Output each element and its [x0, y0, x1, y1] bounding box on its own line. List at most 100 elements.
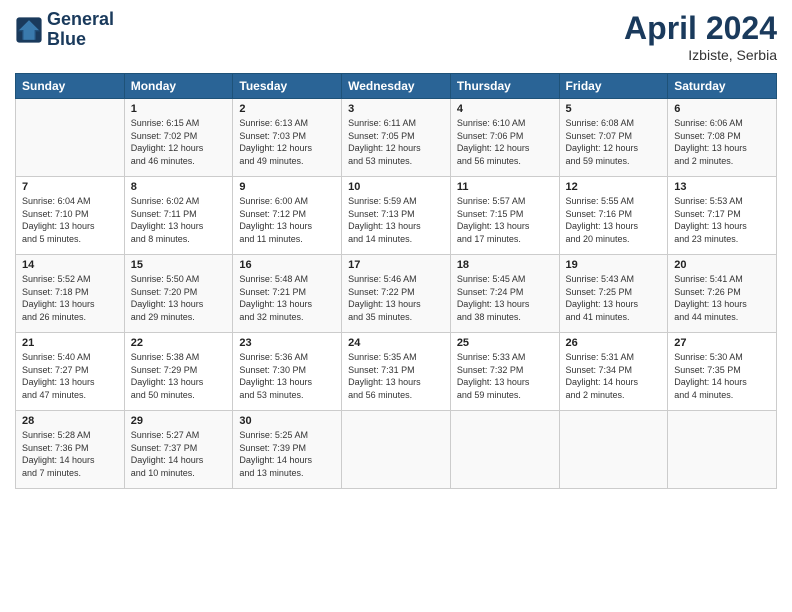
cell-info: Sunrise: 6:13 AM Sunset: 7:03 PM Dayligh… [239, 117, 335, 167]
calendar-cell [16, 99, 125, 177]
calendar-cell: 1 Sunrise: 6:15 AM Sunset: 7:02 PM Daylig… [124, 99, 233, 177]
calendar-cell: 5 Sunrise: 6:08 AM Sunset: 7:07 PM Daylig… [559, 99, 668, 177]
cell-info: Sunrise: 5:41 AM Sunset: 7:26 PM Dayligh… [674, 273, 770, 323]
day-number: 14 [22, 259, 118, 271]
col-tuesday: Tuesday [233, 74, 342, 99]
calendar-cell [450, 411, 559, 489]
cell-info: Sunrise: 6:00 AM Sunset: 7:12 PM Dayligh… [239, 195, 335, 245]
calendar-cell: 30 Sunrise: 5:25 AM Sunset: 7:39 PM Dayli… [233, 411, 342, 489]
day-number: 26 [566, 337, 662, 349]
calendar-cell: 25 Sunrise: 5:33 AM Sunset: 7:32 PM Dayli… [450, 333, 559, 411]
header-row: Sunday Monday Tuesday Wednesday Thursday… [16, 74, 777, 99]
week-row-1: 1 Sunrise: 6:15 AM Sunset: 7:02 PM Daylig… [16, 99, 777, 177]
day-number: 17 [348, 259, 444, 271]
calendar-cell: 20 Sunrise: 5:41 AM Sunset: 7:26 PM Dayli… [668, 255, 777, 333]
calendar-cell: 4 Sunrise: 6:10 AM Sunset: 7:06 PM Daylig… [450, 99, 559, 177]
day-number: 22 [131, 337, 227, 349]
day-number: 30 [239, 415, 335, 427]
cell-info: Sunrise: 6:02 AM Sunset: 7:11 PM Dayligh… [131, 195, 227, 245]
day-number: 29 [131, 415, 227, 427]
calendar-cell: 8 Sunrise: 6:02 AM Sunset: 7:11 PM Daylig… [124, 177, 233, 255]
day-number: 13 [674, 181, 770, 193]
calendar-cell: 12 Sunrise: 5:55 AM Sunset: 7:16 PM Dayli… [559, 177, 668, 255]
day-number: 3 [348, 103, 444, 115]
calendar-cell: 2 Sunrise: 6:13 AM Sunset: 7:03 PM Daylig… [233, 99, 342, 177]
cell-info: Sunrise: 5:27 AM Sunset: 7:37 PM Dayligh… [131, 429, 227, 479]
calendar-cell: 28 Sunrise: 5:28 AM Sunset: 7:36 PM Dayli… [16, 411, 125, 489]
day-number: 15 [131, 259, 227, 271]
calendar-cell: 11 Sunrise: 5:57 AM Sunset: 7:15 PM Dayli… [450, 177, 559, 255]
cell-info: Sunrise: 5:53 AM Sunset: 7:17 PM Dayligh… [674, 195, 770, 245]
day-number: 12 [566, 181, 662, 193]
cell-info: Sunrise: 5:36 AM Sunset: 7:30 PM Dayligh… [239, 351, 335, 401]
day-number: 4 [457, 103, 553, 115]
calendar-cell: 6Sunrise: 6:06 AM Sunset: 7:08 PM Daylig… [668, 99, 777, 177]
cell-info: Sunrise: 5:35 AM Sunset: 7:31 PM Dayligh… [348, 351, 444, 401]
day-number: 2 [239, 103, 335, 115]
calendar-cell: 14 Sunrise: 5:52 AM Sunset: 7:18 PM Dayli… [16, 255, 125, 333]
cell-info: Sunrise: 5:46 AM Sunset: 7:22 PM Dayligh… [348, 273, 444, 323]
calendar-cell [668, 411, 777, 489]
cell-info: Sunrise: 5:28 AM Sunset: 7:36 PM Dayligh… [22, 429, 118, 479]
calendar-cell: 22 Sunrise: 5:38 AM Sunset: 7:29 PM Dayli… [124, 333, 233, 411]
cell-info: Sunrise: 6:06 AM Sunset: 7:08 PM Dayligh… [674, 117, 770, 167]
title-block: April 2024 Izbiste, Serbia [624, 10, 777, 63]
calendar-body: 1 Sunrise: 6:15 AM Sunset: 7:02 PM Daylig… [16, 99, 777, 489]
day-number: 10 [348, 181, 444, 193]
cell-info: Sunrise: 5:52 AM Sunset: 7:18 PM Dayligh… [22, 273, 118, 323]
cell-info: Sunrise: 6:11 AM Sunset: 7:05 PM Dayligh… [348, 117, 444, 167]
cell-info: Sunrise: 5:40 AM Sunset: 7:27 PM Dayligh… [22, 351, 118, 401]
calendar-cell: 10 Sunrise: 5:59 AM Sunset: 7:13 PM Dayli… [342, 177, 451, 255]
calendar-cell: 15Sunrise: 5:50 AM Sunset: 7:20 PM Dayli… [124, 255, 233, 333]
logo: General Blue [15, 10, 114, 50]
cell-info: Sunrise: 5:59 AM Sunset: 7:13 PM Dayligh… [348, 195, 444, 245]
calendar-cell: 19 Sunrise: 5:43 AM Sunset: 7:25 PM Dayli… [559, 255, 668, 333]
day-number: 23 [239, 337, 335, 349]
cell-info: Sunrise: 6:10 AM Sunset: 7:06 PM Dayligh… [457, 117, 553, 167]
calendar-cell: 16Sunrise: 5:48 AM Sunset: 7:21 PM Dayli… [233, 255, 342, 333]
cell-info: Sunrise: 5:43 AM Sunset: 7:25 PM Dayligh… [566, 273, 662, 323]
calendar-cell: 29 Sunrise: 5:27 AM Sunset: 7:37 PM Dayli… [124, 411, 233, 489]
calendar-cell: 7Sunrise: 6:04 AM Sunset: 7:10 PM Daylig… [16, 177, 125, 255]
col-sunday: Sunday [16, 74, 125, 99]
calendar-cell [559, 411, 668, 489]
col-saturday: Saturday [668, 74, 777, 99]
calendar-cell [342, 411, 451, 489]
day-number: 20 [674, 259, 770, 271]
cell-info: Sunrise: 5:57 AM Sunset: 7:15 PM Dayligh… [457, 195, 553, 245]
col-thursday: Thursday [450, 74, 559, 99]
cell-info: Sunrise: 5:45 AM Sunset: 7:24 PM Dayligh… [457, 273, 553, 323]
week-row-4: 21 Sunrise: 5:40 AM Sunset: 7:27 PM Dayli… [16, 333, 777, 411]
day-number: 19 [566, 259, 662, 271]
cell-info: Sunrise: 5:33 AM Sunset: 7:32 PM Dayligh… [457, 351, 553, 401]
day-number: 25 [457, 337, 553, 349]
day-number: 11 [457, 181, 553, 193]
day-number: 21 [22, 337, 118, 349]
cell-info: Sunrise: 6:15 AM Sunset: 7:02 PM Dayligh… [131, 117, 227, 167]
calendar-cell: 24Sunrise: 5:35 AM Sunset: 7:31 PM Dayli… [342, 333, 451, 411]
day-number: 8 [131, 181, 227, 193]
cell-info: Sunrise: 5:31 AM Sunset: 7:34 PM Dayligh… [566, 351, 662, 401]
day-number: 5 [566, 103, 662, 115]
cell-info: Sunrise: 5:25 AM Sunset: 7:39 PM Dayligh… [239, 429, 335, 479]
cell-info: Sunrise: 5:55 AM Sunset: 7:16 PM Dayligh… [566, 195, 662, 245]
cell-info: Sunrise: 5:30 AM Sunset: 7:35 PM Dayligh… [674, 351, 770, 401]
page-container: General Blue April 2024 Izbiste, Serbia … [0, 0, 792, 499]
week-row-5: 28 Sunrise: 5:28 AM Sunset: 7:36 PM Dayli… [16, 411, 777, 489]
location: Izbiste, Serbia [624, 47, 777, 63]
calendar-cell: 17 Sunrise: 5:46 AM Sunset: 7:22 PM Dayli… [342, 255, 451, 333]
cell-info: Sunrise: 5:38 AM Sunset: 7:29 PM Dayligh… [131, 351, 227, 401]
cell-info: Sunrise: 6:08 AM Sunset: 7:07 PM Dayligh… [566, 117, 662, 167]
calendar-cell: 13 Sunrise: 5:53 AM Sunset: 7:17 PM Dayli… [668, 177, 777, 255]
day-number: 18 [457, 259, 553, 271]
calendar-cell: 27Sunrise: 5:30 AM Sunset: 7:35 PM Dayli… [668, 333, 777, 411]
day-number: 28 [22, 415, 118, 427]
day-number: 1 [131, 103, 227, 115]
calendar-cell: 26 Sunrise: 5:31 AM Sunset: 7:34 PM Dayli… [559, 333, 668, 411]
week-row-2: 7Sunrise: 6:04 AM Sunset: 7:10 PM Daylig… [16, 177, 777, 255]
logo-text: General Blue [47, 10, 114, 50]
col-monday: Monday [124, 74, 233, 99]
page-header: General Blue April 2024 Izbiste, Serbia [15, 10, 777, 63]
day-number: 7 [22, 181, 118, 193]
cell-info: Sunrise: 5:48 AM Sunset: 7:21 PM Dayligh… [239, 273, 335, 323]
